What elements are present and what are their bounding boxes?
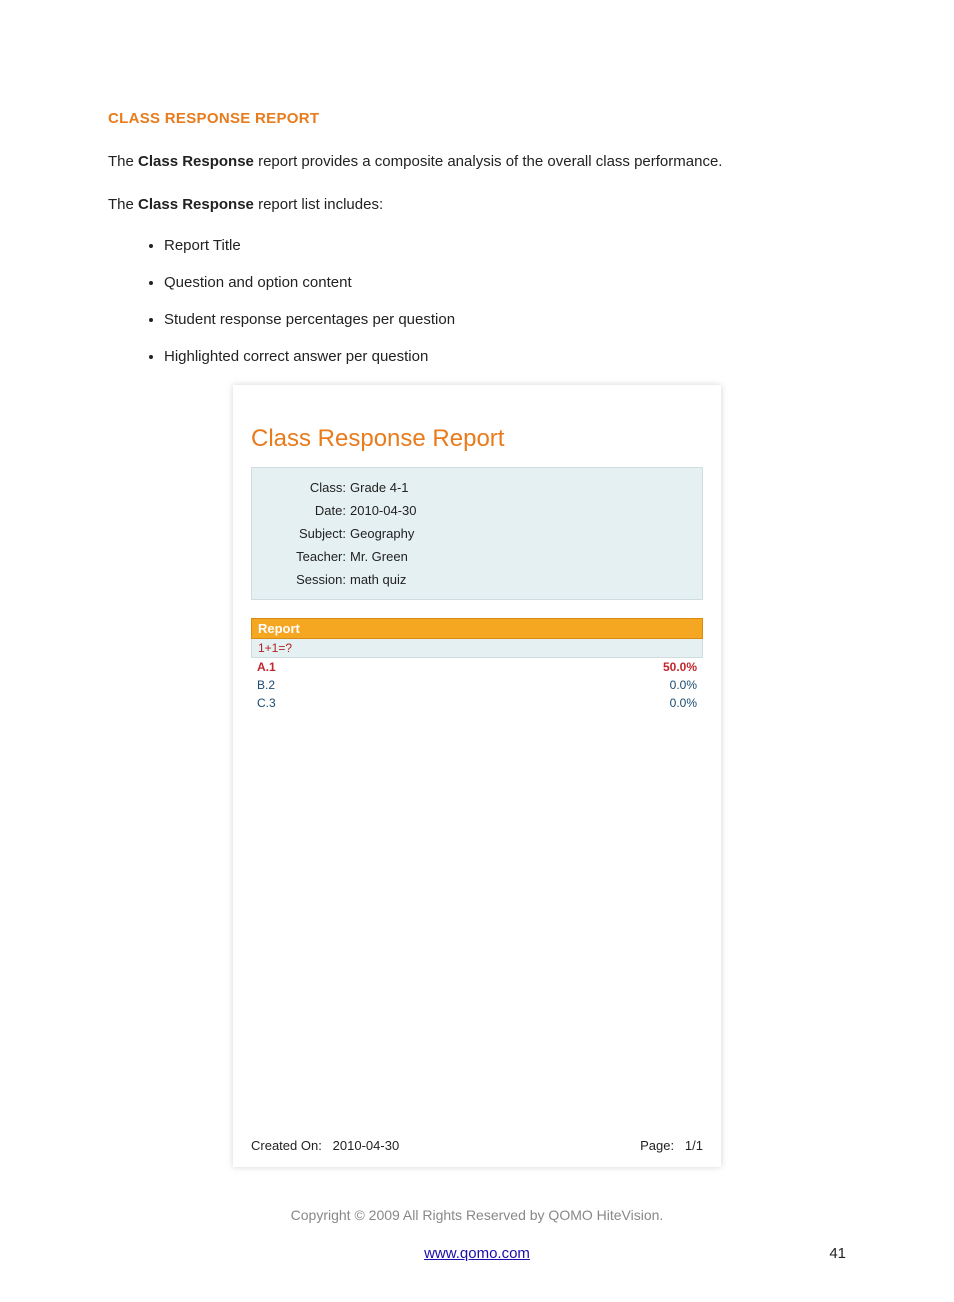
info-label: Teacher: — [282, 549, 346, 564]
text: The — [108, 196, 138, 213]
bullet-list: Report Title Question and option content… — [108, 237, 846, 365]
created-on: Created On: 2010-04-30 — [251, 1138, 399, 1153]
info-label: Class: — [282, 480, 346, 495]
text: report list includes: — [254, 196, 383, 213]
option-label: B.2 — [257, 678, 275, 692]
report-body-spacer — [251, 712, 703, 1132]
info-value: Grade 4-1 — [350, 480, 409, 495]
page-footer: www.qomo.com 41 — [108, 1245, 846, 1262]
info-row-date: Date: 2010-04-30 — [252, 499, 702, 522]
info-value: 2010-04-30 — [350, 503, 417, 518]
info-label: Date: — [282, 503, 346, 518]
info-row-class: Class: Grade 4-1 — [252, 476, 702, 499]
page-indicator: Page: 1/1 — [640, 1138, 703, 1153]
created-value: 2010-04-30 — [333, 1138, 400, 1153]
list-item: Student response percentages per questio… — [164, 311, 846, 328]
copyright-text: Copyright © 2009 All Rights Reserved by … — [108, 1207, 846, 1223]
option-pct: 0.0% — [670, 696, 697, 710]
list-item: Question and option content — [164, 274, 846, 291]
option-pct: 50.0% — [663, 660, 697, 674]
info-value: Mr. Green — [350, 549, 408, 564]
info-label: Session: — [282, 572, 346, 587]
info-label: Subject: — [282, 526, 346, 541]
option-row-correct: A.1 50.0% — [251, 658, 703, 676]
question-text: 1+1=? — [251, 639, 703, 658]
report-section-header: Report — [251, 618, 703, 639]
option-label: C.3 — [257, 696, 276, 710]
text: The — [108, 153, 138, 170]
text-bold: Class Response — [138, 153, 254, 170]
intro-paragraph-1: The Class Response report provides a com… — [108, 151, 846, 172]
page-label: Page: — [640, 1138, 674, 1153]
report-info-block: Class: Grade 4-1 Date: 2010-04-30 Subjec… — [251, 467, 703, 600]
info-value: Geography — [350, 526, 414, 541]
report-title: Class Response Report — [251, 425, 703, 453]
info-row-session: Session: math quiz — [252, 568, 702, 591]
intro-paragraph-2: The Class Response report list includes: — [108, 194, 846, 215]
footer-link[interactable]: www.qomo.com — [354, 1245, 600, 1262]
list-item: Highlighted correct answer per question — [164, 348, 846, 365]
list-item: Report Title — [164, 237, 846, 254]
text-bold: Class Response — [138, 196, 254, 213]
footer-page-number: 41 — [600, 1245, 846, 1262]
created-label: Created On: — [251, 1138, 322, 1153]
option-pct: 0.0% — [670, 678, 697, 692]
report-preview: Class Response Report Class: Grade 4-1 D… — [233, 385, 721, 1167]
info-value: math quiz — [350, 572, 406, 587]
report-footer: Created On: 2010-04-30 Page: 1/1 — [251, 1132, 703, 1153]
text: report provides a composite analysis of … — [254, 153, 723, 170]
info-row-subject: Subject: Geography — [252, 522, 702, 545]
option-row: B.2 0.0% — [251, 676, 703, 694]
info-row-teacher: Teacher: Mr. Green — [252, 545, 702, 568]
page-value: 1/1 — [685, 1138, 703, 1153]
option-label: A.1 — [257, 660, 276, 674]
section-heading: CLASS RESPONSE REPORT — [108, 110, 846, 127]
option-row: C.3 0.0% — [251, 694, 703, 712]
